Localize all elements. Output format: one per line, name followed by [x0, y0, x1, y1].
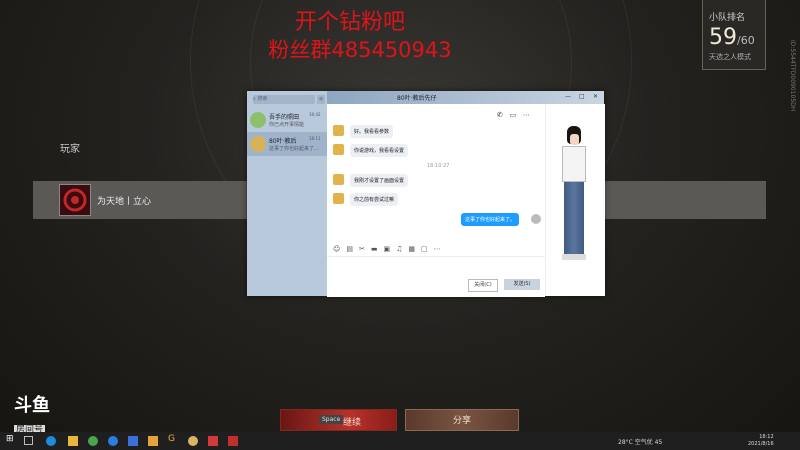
- sender-avatar: [333, 193, 344, 204]
- music-icon[interactable]: ♫: [396, 245, 408, 253]
- contact-name: 80叶·教后: [269, 138, 297, 145]
- contact-time: 16:42: [309, 112, 321, 117]
- chat-header: 80叶·教后先仔 — □ ✕: [327, 91, 604, 104]
- contact-name: 吾手的照田: [269, 114, 300, 121]
- douyu-brand: 斗鱼: [14, 395, 50, 416]
- scissors-icon[interactable]: ✂: [359, 245, 371, 253]
- add-icon[interactable]: +: [317, 95, 325, 104]
- app-blue-icon[interactable]: [108, 436, 118, 446]
- gif-icon[interactable]: ▤: [346, 245, 359, 253]
- contact-item-selected[interactable]: 80叶·教后 这事了你也好起来了... 18:11: [247, 132, 327, 156]
- send-button[interactable]: 发送(S): [504, 279, 540, 290]
- character-shoes: [562, 254, 586, 260]
- continue-button[interactable]: Space 继续: [280, 409, 397, 431]
- more-tools-icon[interactable]: ⋯: [434, 245, 447, 253]
- clock-date: 2021/8/16: [748, 441, 774, 447]
- character-jeans: [564, 182, 584, 254]
- message-area: 好。我看看参数 你说游戏，我看看设置 我刚才设置了画面设置 你之前有尝试过嘛 这…: [327, 104, 545, 234]
- rank-mode: 天选之人模式: [709, 53, 751, 61]
- player-name: 为天地丨立心: [97, 197, 152, 207]
- chat-title: 80叶·教后先仔: [397, 95, 437, 102]
- app-orange-icon[interactable]: [148, 436, 158, 446]
- contact-preview: 这事了你也好起来了...: [269, 146, 319, 152]
- message-input[interactable]: [327, 256, 545, 297]
- minimize-icon[interactable]: —: [565, 93, 571, 100]
- task-view-icon[interactable]: [24, 436, 33, 445]
- continue-label: 继续: [343, 418, 362, 428]
- rank-number: 59/60: [709, 25, 765, 50]
- message-bubble: 好。我看看参数: [350, 125, 394, 138]
- app-g-icon[interactable]: G: [168, 434, 178, 444]
- sender-avatar: [333, 174, 344, 185]
- my-avatar: [531, 214, 541, 224]
- rank-title: 小队排名: [709, 13, 746, 23]
- chat-window: ⌕ 搜索 + 吾手的照田 你已点开事情能 16:42 80叶·教后 这事了你也好…: [247, 91, 605, 297]
- picture-icon[interactable]: ▦: [408, 245, 421, 253]
- overlay-line-1: 开个钻粉吧: [294, 10, 405, 35]
- message-bubble: 你之前有尝试过嘛: [350, 193, 399, 206]
- message-bubble: 我刚才设置了画面设置: [350, 174, 409, 187]
- character-avatar-panel: [545, 104, 605, 296]
- image-icon[interactable]: ▣: [383, 245, 396, 253]
- app-red-icon[interactable]: [208, 436, 218, 446]
- folder-icon[interactable]: ▬: [371, 245, 384, 253]
- players-label: 玩家: [60, 144, 80, 155]
- sender-avatar: [333, 144, 344, 155]
- contact-item[interactable]: 吾手的照田 你已点开事情能 16:42: [247, 108, 327, 132]
- edge-icon[interactable]: [46, 436, 56, 446]
- side-id-text: ID:5544TFD0090105DH: [789, 40, 796, 112]
- message-timestamp: 18:10:27: [427, 163, 450, 169]
- sender-avatar: [333, 125, 344, 136]
- close-icon[interactable]: ✕: [593, 93, 598, 100]
- clock-time: 18:12: [759, 434, 774, 440]
- contact-list: ⌕ 搜索 + 吾手的照田 你已点开事情能 16:42 80叶·教后 这事了你也好…: [247, 91, 327, 296]
- contact-preview: 你已点开事情能: [269, 122, 305, 128]
- close-button[interactable]: 关闭(C): [468, 279, 498, 292]
- app-qq-icon[interactable]: [128, 436, 138, 446]
- maximize-icon[interactable]: □: [579, 93, 585, 100]
- phone-small-icon[interactable]: ▢: [421, 245, 434, 253]
- contact-avatar: [250, 112, 266, 128]
- input-toolbar: ☺▤✂▬▣♫▦▢⋯: [333, 245, 447, 253]
- character-shirt: [562, 146, 586, 182]
- team-rank-panel: 小队排名 59/60 天选之人模式: [702, 0, 766, 70]
- overlay-line-2: 粉丝群485450943: [268, 38, 452, 62]
- contact-time: 18:11: [309, 136, 321, 141]
- file-explorer-icon[interactable]: [68, 436, 78, 446]
- character-face: [570, 134, 579, 145]
- windows-start-icon[interactable]: ⊞: [6, 434, 16, 444]
- search-placeholder: 搜索: [257, 96, 268, 102]
- rank-current: 59: [709, 25, 737, 50]
- app-yellow-icon[interactable]: [188, 436, 198, 446]
- space-key-hint: Space: [319, 415, 344, 424]
- rank-total: /60: [737, 34, 755, 47]
- share-button[interactable]: 分享: [405, 409, 519, 431]
- system-clock[interactable]: 18:12 2021/8/16: [748, 434, 774, 448]
- app-red2-icon[interactable]: [228, 436, 238, 446]
- system-tray-weather[interactable]: 28°C 空气优 45: [618, 437, 662, 446]
- player-emblem-icon: [59, 184, 91, 216]
- search-icon: ⌕: [253, 96, 256, 102]
- message-bubble: 你说游戏，我看看设置: [350, 144, 409, 157]
- search-input[interactable]: ⌕ 搜索: [253, 95, 315, 104]
- my-message-bubble: 这事了你也好起来了。: [461, 213, 520, 226]
- app-green-icon[interactable]: [88, 436, 98, 446]
- taskbar: ⊞ G 28°C 空气优 45 18:12 2021/8/16: [0, 432, 800, 450]
- contact-avatar: [250, 136, 266, 152]
- emoji-icon[interactable]: ☺: [333, 245, 346, 253]
